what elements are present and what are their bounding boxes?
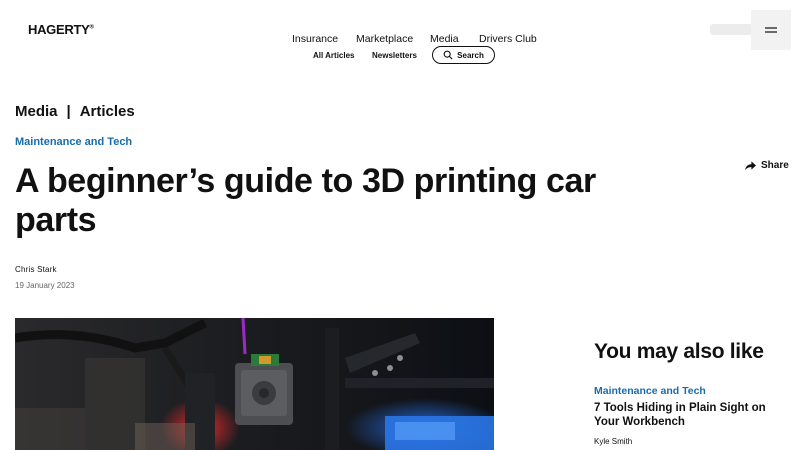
nav-marketplace[interactable]: Marketplace bbox=[356, 33, 413, 45]
hamburger-icon bbox=[765, 27, 777, 33]
article-author[interactable]: Chris Stark bbox=[15, 265, 57, 274]
breadcrumb-separator: | bbox=[66, 103, 71, 120]
related-item-title[interactable]: 7 Tools Hiding in Plain Sight on Your Wo… bbox=[594, 401, 784, 429]
3d-printer-photo bbox=[15, 318, 494, 450]
hero-image bbox=[15, 318, 494, 450]
article-category[interactable]: Maintenance and Tech bbox=[15, 136, 132, 148]
search-button[interactable]: Search bbox=[432, 46, 495, 64]
breadcrumb: Media | Articles bbox=[15, 103, 135, 120]
breadcrumb-media[interactable]: Media bbox=[15, 103, 58, 120]
menu-button[interactable] bbox=[751, 10, 791, 50]
share-label: Share bbox=[761, 160, 789, 171]
related-item-author[interactable]: Kyle Smith bbox=[594, 437, 632, 446]
search-icon bbox=[443, 50, 453, 60]
related-item-category[interactable]: Maintenance and Tech bbox=[594, 385, 706, 397]
breadcrumb-articles[interactable]: Articles bbox=[80, 103, 135, 120]
subnav-all-articles[interactable]: All Articles bbox=[313, 51, 355, 60]
search-label: Search bbox=[457, 50, 484, 60]
article-date: 19 January 2023 bbox=[15, 281, 75, 290]
loading-placeholder bbox=[710, 24, 752, 35]
nav-media[interactable]: Media bbox=[430, 33, 459, 45]
share-button[interactable]: Share bbox=[745, 160, 789, 171]
related-heading: You may also like bbox=[594, 340, 764, 363]
nav-insurance[interactable]: Insurance bbox=[292, 33, 338, 45]
article-title: A beginner’s guide to 3D printing car pa… bbox=[15, 162, 596, 239]
nav-drivers-club[interactable]: Drivers Club bbox=[479, 33, 537, 45]
share-icon bbox=[745, 160, 756, 170]
hagerty-logo[interactable]: HAGERTY® bbox=[28, 22, 94, 37]
subnav-newsletters[interactable]: Newsletters bbox=[372, 51, 417, 60]
